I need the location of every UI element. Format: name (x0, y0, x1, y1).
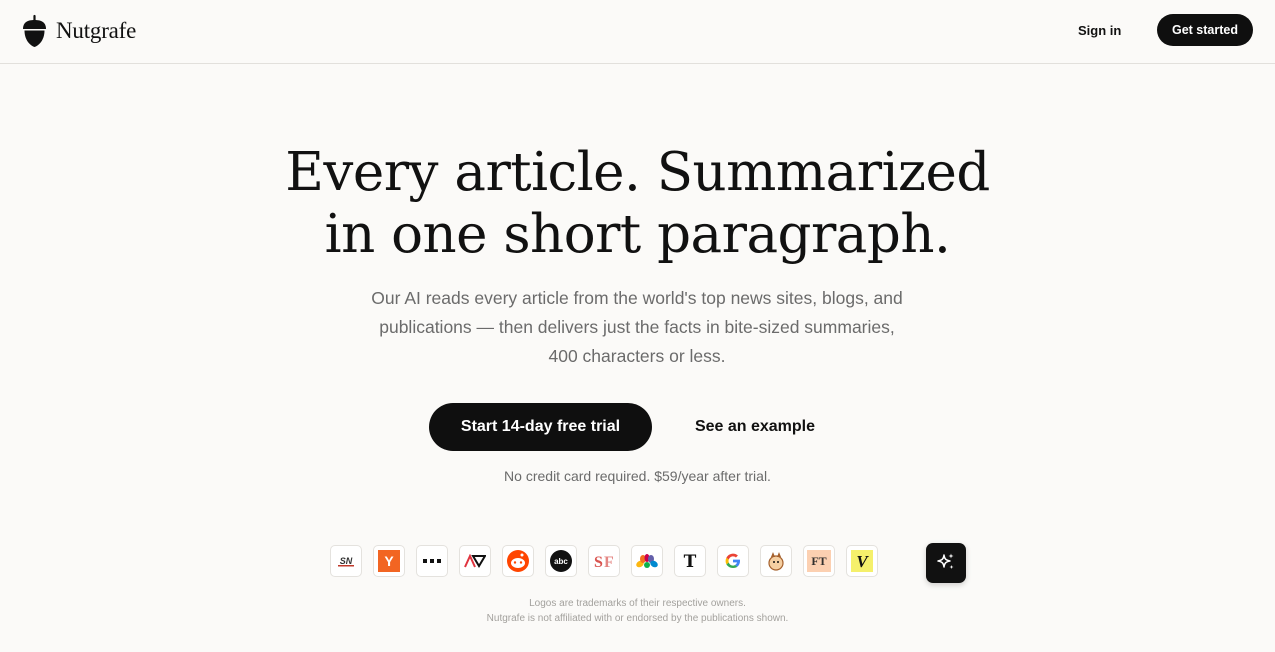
svg-text:SN: SN (340, 556, 353, 566)
av-logo-icon (459, 545, 491, 577)
headline-line-1: Every article. Summarized (285, 142, 990, 203)
svg-text:F: F (604, 554, 614, 571)
y-combinator-logo-icon: Y (373, 545, 405, 577)
top-navigation: Nutgrafe Sign in Get started (0, 0, 1275, 64)
svg-text:S: S (594, 554, 603, 571)
abc-logo-icon: abc (545, 545, 577, 577)
svg-text:abc: abc (554, 557, 568, 566)
disclaimer-line-1: Logos are trademarks of their respective… (529, 598, 746, 609)
sn-logo-icon: SN (330, 545, 362, 577)
acorn-icon (22, 14, 47, 48)
v-logo-icon: V (846, 545, 878, 577)
svg-text:V: V (856, 552, 869, 571)
svg-text:Y: Y (384, 553, 394, 569)
hero-subheadline: Our AI reads every article from the worl… (337, 284, 937, 371)
nbc-peacock-logo-icon (631, 545, 663, 577)
brand-logo-link[interactable]: Nutgrafe (22, 13, 136, 49)
nyt-logo-icon: T (674, 545, 706, 577)
svg-text:T: T (684, 552, 697, 571)
sign-in-link[interactable]: Sign in (1078, 20, 1121, 42)
publication-logos: SN Y abc SF T FT V (330, 545, 878, 581)
start-trial-button[interactable]: Start 14-day free trial (429, 403, 652, 451)
pricing-note: No credit card required. $59/year after … (504, 468, 771, 484)
google-logo-icon (717, 545, 749, 577)
subhead-line-1: Our AI reads every article from the worl… (371, 288, 903, 308)
ft-logo-icon: FT (803, 545, 835, 577)
sparkle-icon (936, 552, 956, 575)
sf-logo-icon: SF (588, 545, 620, 577)
reddit-logo-icon (502, 545, 534, 577)
sparkle-button[interactable] (926, 543, 966, 583)
logo-disclaimer: Logos are trademarks of their respective… (0, 596, 1275, 626)
see-example-link[interactable]: See an example (680, 403, 830, 451)
dots-logo-icon (416, 545, 448, 577)
subhead-line-3: 400 characters or less. (548, 346, 726, 366)
headline-line-2: in one short paragraph. (324, 204, 951, 265)
get-started-button[interactable]: Get started (1157, 14, 1253, 46)
svg-text:FT: FT (811, 554, 826, 568)
brand-name: Nutgrafe (56, 18, 137, 43)
disclaimer-line-2: Nutgrafe is not affiliated with or endor… (486, 613, 789, 624)
hero-headline: Every article. Summarized in one short p… (0, 142, 1275, 266)
subhead-line-2: publications — then delivers just the fa… (379, 317, 895, 337)
squirrel-logo-icon (760, 545, 792, 577)
